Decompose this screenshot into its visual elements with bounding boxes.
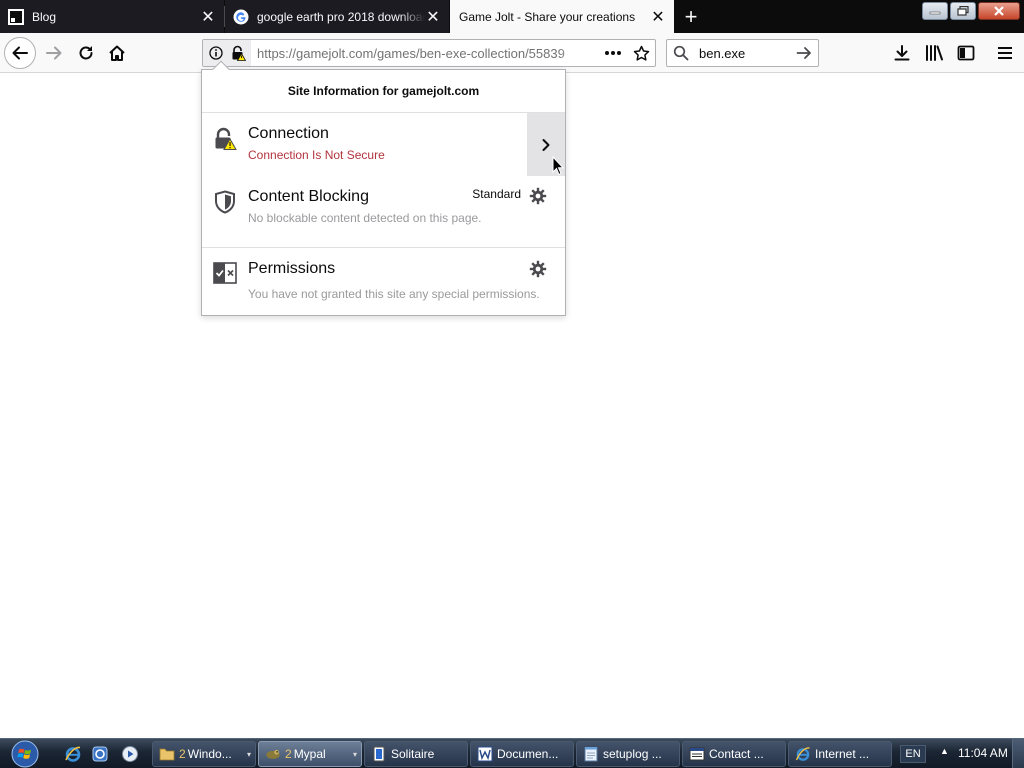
gear-icon[interactable] <box>529 260 547 278</box>
tab-title: Blog <box>32 9 57 24</box>
tab-google-earth[interactable]: google earth pro 2018 download ✕ <box>225 0 449 33</box>
ie-icon <box>795 746 811 762</box>
insecure-lock-icon[interactable] <box>227 40 249 66</box>
taskbar-item-label: Documen... <box>497 747 559 761</box>
chevron-right-icon <box>542 138 550 151</box>
close-icon[interactable]: ✕ <box>650 9 666 26</box>
info-icon[interactable] <box>205 40 227 66</box>
search-bar[interactable]: ben.exe <box>666 39 819 67</box>
download-icon <box>894 45 910 61</box>
tab-blog[interactable]: Blog ✕ <box>0 0 224 33</box>
minimize-button[interactable] <box>922 2 948 20</box>
close-window-button[interactable] <box>978 2 1020 20</box>
reload-button[interactable] <box>70 37 102 69</box>
search-icon <box>667 40 695 66</box>
solitaire-icon <box>371 746 387 762</box>
show-hidden-icons-icon[interactable]: ▲ <box>940 746 949 756</box>
tab-game-jolt[interactable]: Game Jolt - Share your creations ✕ <box>450 0 674 33</box>
sidebar-button[interactable] <box>950 37 982 69</box>
new-tab-button[interactable]: + <box>676 0 706 33</box>
close-icon[interactable]: ✕ <box>200 9 216 26</box>
taskbar-item-internet[interactable]: Internet ... <box>788 741 892 767</box>
google-icon <box>233 9 249 25</box>
home-button[interactable] <box>101 37 133 69</box>
taskbar-item-windows-explorer[interactable]: 2 Windo... ▾ <box>152 741 256 767</box>
window-controls <box>922 2 1020 20</box>
taskbar-item-count: 2 <box>179 747 186 761</box>
media-player-icon[interactable] <box>120 744 140 764</box>
show-desktop-button[interactable] <box>1012 739 1024 768</box>
ie-quicklaunch-icon[interactable] <box>63 744 83 764</box>
navigation-toolbar: https://gamejolt.com/games/ben-exe-colle… <box>0 33 1024 73</box>
search-input[interactable]: ben.exe <box>695 46 790 61</box>
taskbar-item-mypal[interactable]: 2 Mypal ▾ <box>258 741 362 767</box>
tab-strip: Blog ✕ google earth pro 2018 download ✕ … <box>0 0 1024 33</box>
start-button[interactable] <box>6 740 44 768</box>
url-bar[interactable]: https://gamejolt.com/games/ben-exe-colle… <box>202 39 656 67</box>
shield-icon <box>202 176 248 247</box>
back-arrow-icon <box>12 46 28 60</box>
taskbar-item-label: setuplog ... <box>603 747 662 761</box>
windows-taskbar: 2 Windo... ▾ 2 Mypal ▾ Solitaire Documen… <box>0 738 1024 768</box>
gear-icon[interactable] <box>529 187 547 205</box>
menu-button[interactable] <box>989 37 1021 69</box>
permissions-title: Permissions <box>248 260 336 277</box>
restore-button[interactable] <box>950 2 976 20</box>
chevron-down-icon: ▾ <box>352 750 357 759</box>
switch-windows-icon[interactable] <box>90 744 110 764</box>
taskbar-item-label: Solitaire <box>391 747 435 761</box>
library-icon <box>926 45 943 61</box>
home-icon <box>109 45 125 61</box>
close-icon[interactable]: ✕ <box>425 9 441 26</box>
hamburger-menu-icon <box>998 47 1012 59</box>
taskbar-item-label: Mypal <box>293 747 326 761</box>
site-information-panel: Site Information for gamejolt.com Connec… <box>201 60 566 316</box>
permissions-description: You have not granted this site any speci… <box>248 287 540 301</box>
connection-section[interactable]: Connection Connection Is Not Secure <box>202 113 565 176</box>
taskbar-item-label: Contact ... <box>709 747 764 761</box>
site-identity-button[interactable] <box>203 40 251 66</box>
taskbar-item-count: 2 <box>285 747 292 761</box>
chevron-down-icon: ▾ <box>246 750 251 759</box>
search-go-arrow-icon[interactable] <box>790 40 818 66</box>
tab-title: google earth pro 2018 download <box>257 9 425 24</box>
permissions-icon <box>202 248 248 316</box>
page-actions-icon[interactable] <box>599 40 627 66</box>
insecure-connection-icon <box>202 113 248 176</box>
forward-arrow-icon <box>46 46 62 60</box>
taskbar-item-setuplog[interactable]: setuplog ... <box>576 741 680 767</box>
sidebar-icon <box>957 45 975 61</box>
content-blocking-level: Standard <box>472 187 521 201</box>
library-button[interactable] <box>918 37 950 69</box>
reload-icon <box>79 46 93 60</box>
blog-favicon-icon <box>8 8 24 25</box>
taskbar-item-label: Windo... <box>187 747 232 761</box>
taskbar-item-document[interactable]: Documen... <box>470 741 574 767</box>
downloads-button[interactable] <box>886 37 918 69</box>
back-button[interactable] <box>4 37 36 69</box>
permissions-section: Permissions You have not granted this si… <box>202 248 565 316</box>
tab-title: Game Jolt - Share your creations <box>459 9 636 24</box>
taskbar-item-solitaire[interactable]: Solitaire <box>364 741 468 767</box>
taskbar-item-label: Internet ... <box>815 747 870 761</box>
contact-icon <box>689 746 705 762</box>
url-text[interactable]: https://gamejolt.com/games/ben-exe-colle… <box>251 46 599 61</box>
content-blocking-description: No blockable content detected on this pa… <box>248 211 482 225</box>
connection-status: Connection Is Not Secure <box>248 148 385 162</box>
system-clock[interactable]: 11:04 AM <box>958 746 1008 760</box>
folder-icon <box>159 746 175 762</box>
notepad-icon <box>583 746 599 762</box>
taskbar-item-contact[interactable]: Contact ... <box>682 741 786 767</box>
connection-title: Connection <box>248 125 329 142</box>
forward-button[interactable] <box>38 37 70 69</box>
word-icon <box>477 746 493 762</box>
mypal-icon <box>265 746 281 762</box>
panel-title: Site Information for gamejolt.com <box>202 70 565 113</box>
content-blocking-section: Content Blocking No blockable content de… <box>202 176 565 248</box>
windows-orb-icon <box>11 740 39 768</box>
mouse-cursor-icon <box>552 156 564 176</box>
bookmark-star-icon[interactable] <box>627 40 655 66</box>
language-indicator[interactable]: EN <box>900 745 926 763</box>
